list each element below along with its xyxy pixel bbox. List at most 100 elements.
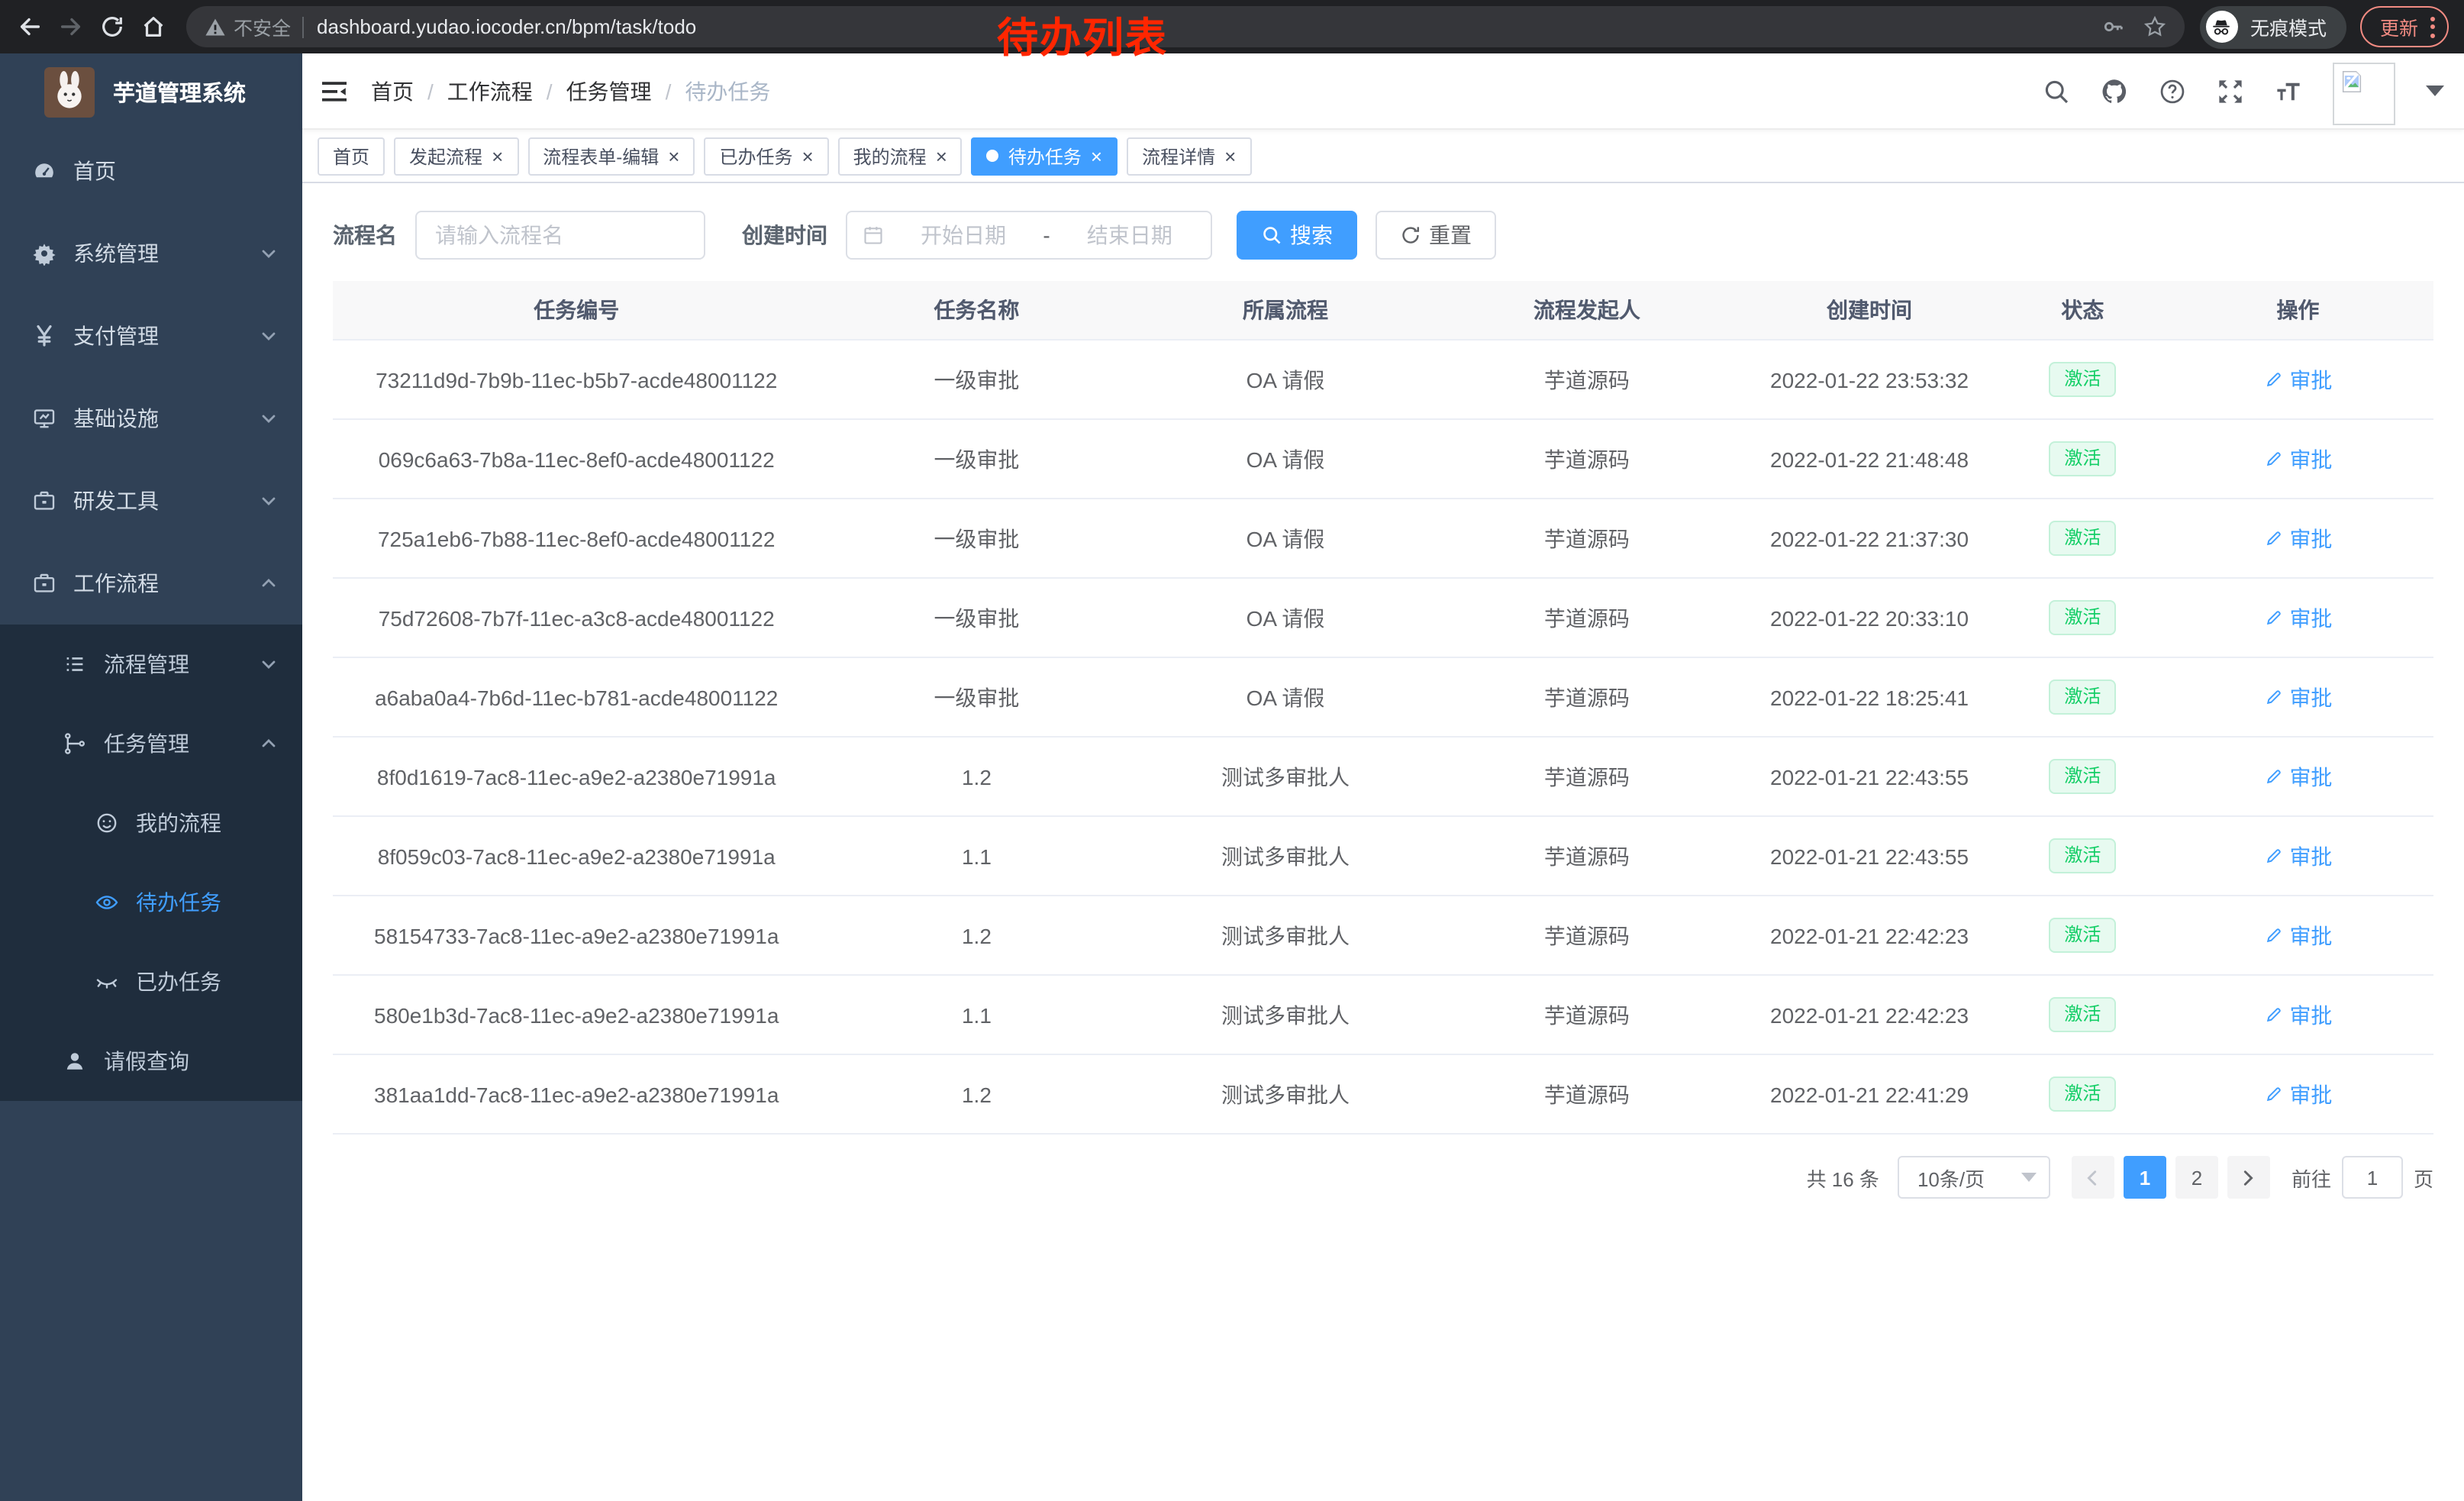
sidebar-item-infrastructure[interactable]: 基础设施: [0, 377, 302, 460]
active-tab-dot: [987, 150, 999, 162]
table-row: 8f059c03-7ac8-11ec-a9e2-a2380e71991a1.1测…: [333, 816, 2433, 896]
cell-created: 2022-01-22 21:37:30: [1736, 499, 2003, 578]
sidebar-item-payment-mgmt[interactable]: 支付管理: [0, 295, 302, 377]
search-button[interactable]: 搜索: [1237, 211, 1357, 260]
edit-pencil-icon: [2263, 846, 2283, 866]
sidebar-item-dev-tools[interactable]: 研发工具: [0, 460, 302, 542]
sidebar-item-process-mgmt[interactable]: 流程管理: [0, 625, 302, 704]
tab-form-edit[interactable]: 流程表单-编辑×: [527, 137, 695, 175]
cell-task-id: a6aba0a4-7b6d-11ec-b781-acde48001122: [333, 657, 820, 737]
approve-link[interactable]: 审批: [2263, 761, 2332, 792]
cell-process: 测试多审批人: [1133, 1054, 1437, 1134]
edit-pencil-icon: [2263, 767, 2283, 786]
topbar-icons: [2043, 56, 2464, 125]
approve-link[interactable]: 审批: [2263, 602, 2332, 633]
tab-todo-task[interactable]: 待办任务×: [972, 137, 1118, 175]
date-range-picker[interactable]: 开始日期 - 结束日期: [846, 211, 1212, 260]
tab-close-icon[interactable]: ×: [1091, 146, 1102, 166]
calendar-icon: [863, 224, 884, 246]
browser-back-icon[interactable]: [9, 6, 50, 47]
app-logo[interactable]: 芋道管理系统: [0, 53, 302, 130]
avatar[interactable]: [2333, 63, 2395, 125]
user-icon: [63, 1049, 87, 1073]
breadcrumb-task-mgmt[interactable]: 任务管理: [566, 76, 652, 106]
sidebar-item-done-task[interactable]: 已办任务: [0, 942, 302, 1022]
approve-link[interactable]: 审批: [2263, 999, 2332, 1030]
prev-page-button[interactable]: [2072, 1156, 2114, 1199]
approve-link[interactable]: 审批: [2263, 920, 2332, 951]
start-date-placeholder[interactable]: 开始日期: [898, 220, 1029, 250]
approve-link[interactable]: 审批: [2263, 841, 2332, 871]
tab-close-icon[interactable]: ×: [936, 146, 947, 166]
table-row: 8f0d1619-7ac8-11ec-a9e2-a2380e71991a1.2测…: [333, 737, 2433, 816]
sidebar-item-todo-task[interactable]: 待办任务: [0, 863, 302, 942]
table-row: 58154733-7ac8-11ec-a9e2-a2380e71991a1.2测…: [333, 896, 2433, 975]
avatar-caret-icon[interactable]: [2426, 86, 2444, 96]
breadcrumb-workflow[interactable]: 工作流程: [447, 76, 533, 106]
browser-update-button[interactable]: 更新: [2360, 6, 2449, 47]
cell-created: 2022-01-21 22:43:55: [1736, 737, 2003, 816]
tab-start-process[interactable]: 发起流程×: [394, 137, 518, 175]
tags-view-bar: 首页发起流程×流程表单-编辑×已办任务× 我的流程×待办任务×流程详情×: [302, 130, 2464, 183]
end-date-placeholder[interactable]: 结束日期: [1064, 220, 1195, 250]
cell-process: 测试多审批人: [1133, 975, 1437, 1054]
github-icon[interactable]: [2101, 77, 2128, 105]
tab-home[interactable]: 首页: [318, 137, 385, 175]
red-annotation: 待办列表: [997, 5, 1168, 64]
bookmark-star-icon[interactable]: [2143, 15, 2166, 38]
cell-starter: 芋道源码: [1438, 578, 1737, 657]
broken-image-icon: [2339, 69, 2365, 95]
browser-home-icon[interactable]: [133, 6, 174, 47]
tab-close-icon[interactable]: ×: [801, 146, 813, 166]
table-row: 381aa1dd-7ac8-11ec-a9e2-a2380e71991a1.2测…: [333, 1054, 2433, 1134]
sidebar-item-task-mgmt[interactable]: 任务管理: [0, 704, 302, 783]
todo-task-table: 任务编号 任务名称 所属流程 流程发起人 创建时间 状态 操作 73211d9d…: [333, 281, 2433, 1135]
page-content: 流程名 创建时间 开始日期 - 结束日期 搜索: [302, 183, 2464, 1501]
help-icon[interactable]: [2159, 77, 2186, 105]
process-name-input[interactable]: [415, 211, 705, 260]
browser-menu-dots-icon[interactable]: [2430, 16, 2435, 37]
browser-forward-icon[interactable]: [50, 6, 92, 47]
fullscreen-icon[interactable]: [2217, 77, 2244, 105]
font-size-icon[interactable]: [2275, 77, 2302, 105]
page-2-button[interactable]: 2: [2175, 1156, 2218, 1199]
page-size-select[interactable]: 10条/页: [1898, 1156, 2050, 1199]
sidebar-item-workflow[interactable]: 工作流程: [0, 542, 302, 625]
tab-close-icon[interactable]: ×: [1224, 146, 1236, 166]
sidebar-item-leave-query[interactable]: 请假查询: [0, 1022, 302, 1101]
address-bar[interactable]: 不安全 dashboard.yudao.iocoder.cn/bpm/task/…: [186, 6, 2185, 47]
breadcrumb-home[interactable]: 首页: [371, 76, 414, 106]
col-starter: 流程发起人: [1438, 281, 1737, 340]
sidebar-item-my-process[interactable]: 我的流程: [0, 783, 302, 863]
approve-link[interactable]: 审批: [2263, 523, 2332, 554]
page-1-button[interactable]: 1: [2124, 1156, 2166, 1199]
col-process: 所属流程: [1133, 281, 1437, 340]
tab-my-process[interactable]: 我的流程×: [838, 137, 963, 175]
password-key-icon[interactable]: [2102, 15, 2125, 38]
cell-task-name: 1.2: [820, 1054, 1133, 1134]
sidebar-item-system-mgmt[interactable]: 系统管理: [0, 212, 302, 295]
approve-link[interactable]: 审批: [2263, 682, 2332, 712]
approve-link[interactable]: 审批: [2263, 444, 2332, 474]
status-badge: 激活: [2049, 997, 2116, 1032]
sidebar-fold-icon[interactable]: [321, 79, 348, 103]
cell-starter: 芋道源码: [1438, 816, 1737, 896]
tab-done-task[interactable]: 已办任务×: [704, 137, 828, 175]
cell-starter: 芋道源码: [1438, 419, 1737, 499]
reset-button[interactable]: 重置: [1376, 211, 1496, 260]
approve-link[interactable]: 审批: [2263, 364, 2332, 395]
approve-link[interactable]: 审批: [2263, 1079, 2332, 1109]
security-label: 不安全: [234, 12, 291, 41]
tab-close-icon[interactable]: ×: [492, 146, 503, 166]
incognito-badge: 无痕模式: [2200, 5, 2346, 48]
goto-page-input[interactable]: [2342, 1156, 2403, 1199]
tab-close-icon[interactable]: ×: [668, 146, 679, 166]
cell-process: OA 请假: [1133, 499, 1437, 578]
sidebar-item-home[interactable]: 首页: [0, 130, 302, 212]
goto-label: 前往: [2291, 1163, 2331, 1192]
cell-task-name: 1.1: [820, 975, 1133, 1054]
tab-process-detail[interactable]: 流程详情×: [1127, 137, 1251, 175]
search-icon[interactable]: [2043, 77, 2070, 105]
browser-reload-icon[interactable]: [92, 6, 133, 47]
next-page-button[interactable]: [2227, 1156, 2270, 1199]
